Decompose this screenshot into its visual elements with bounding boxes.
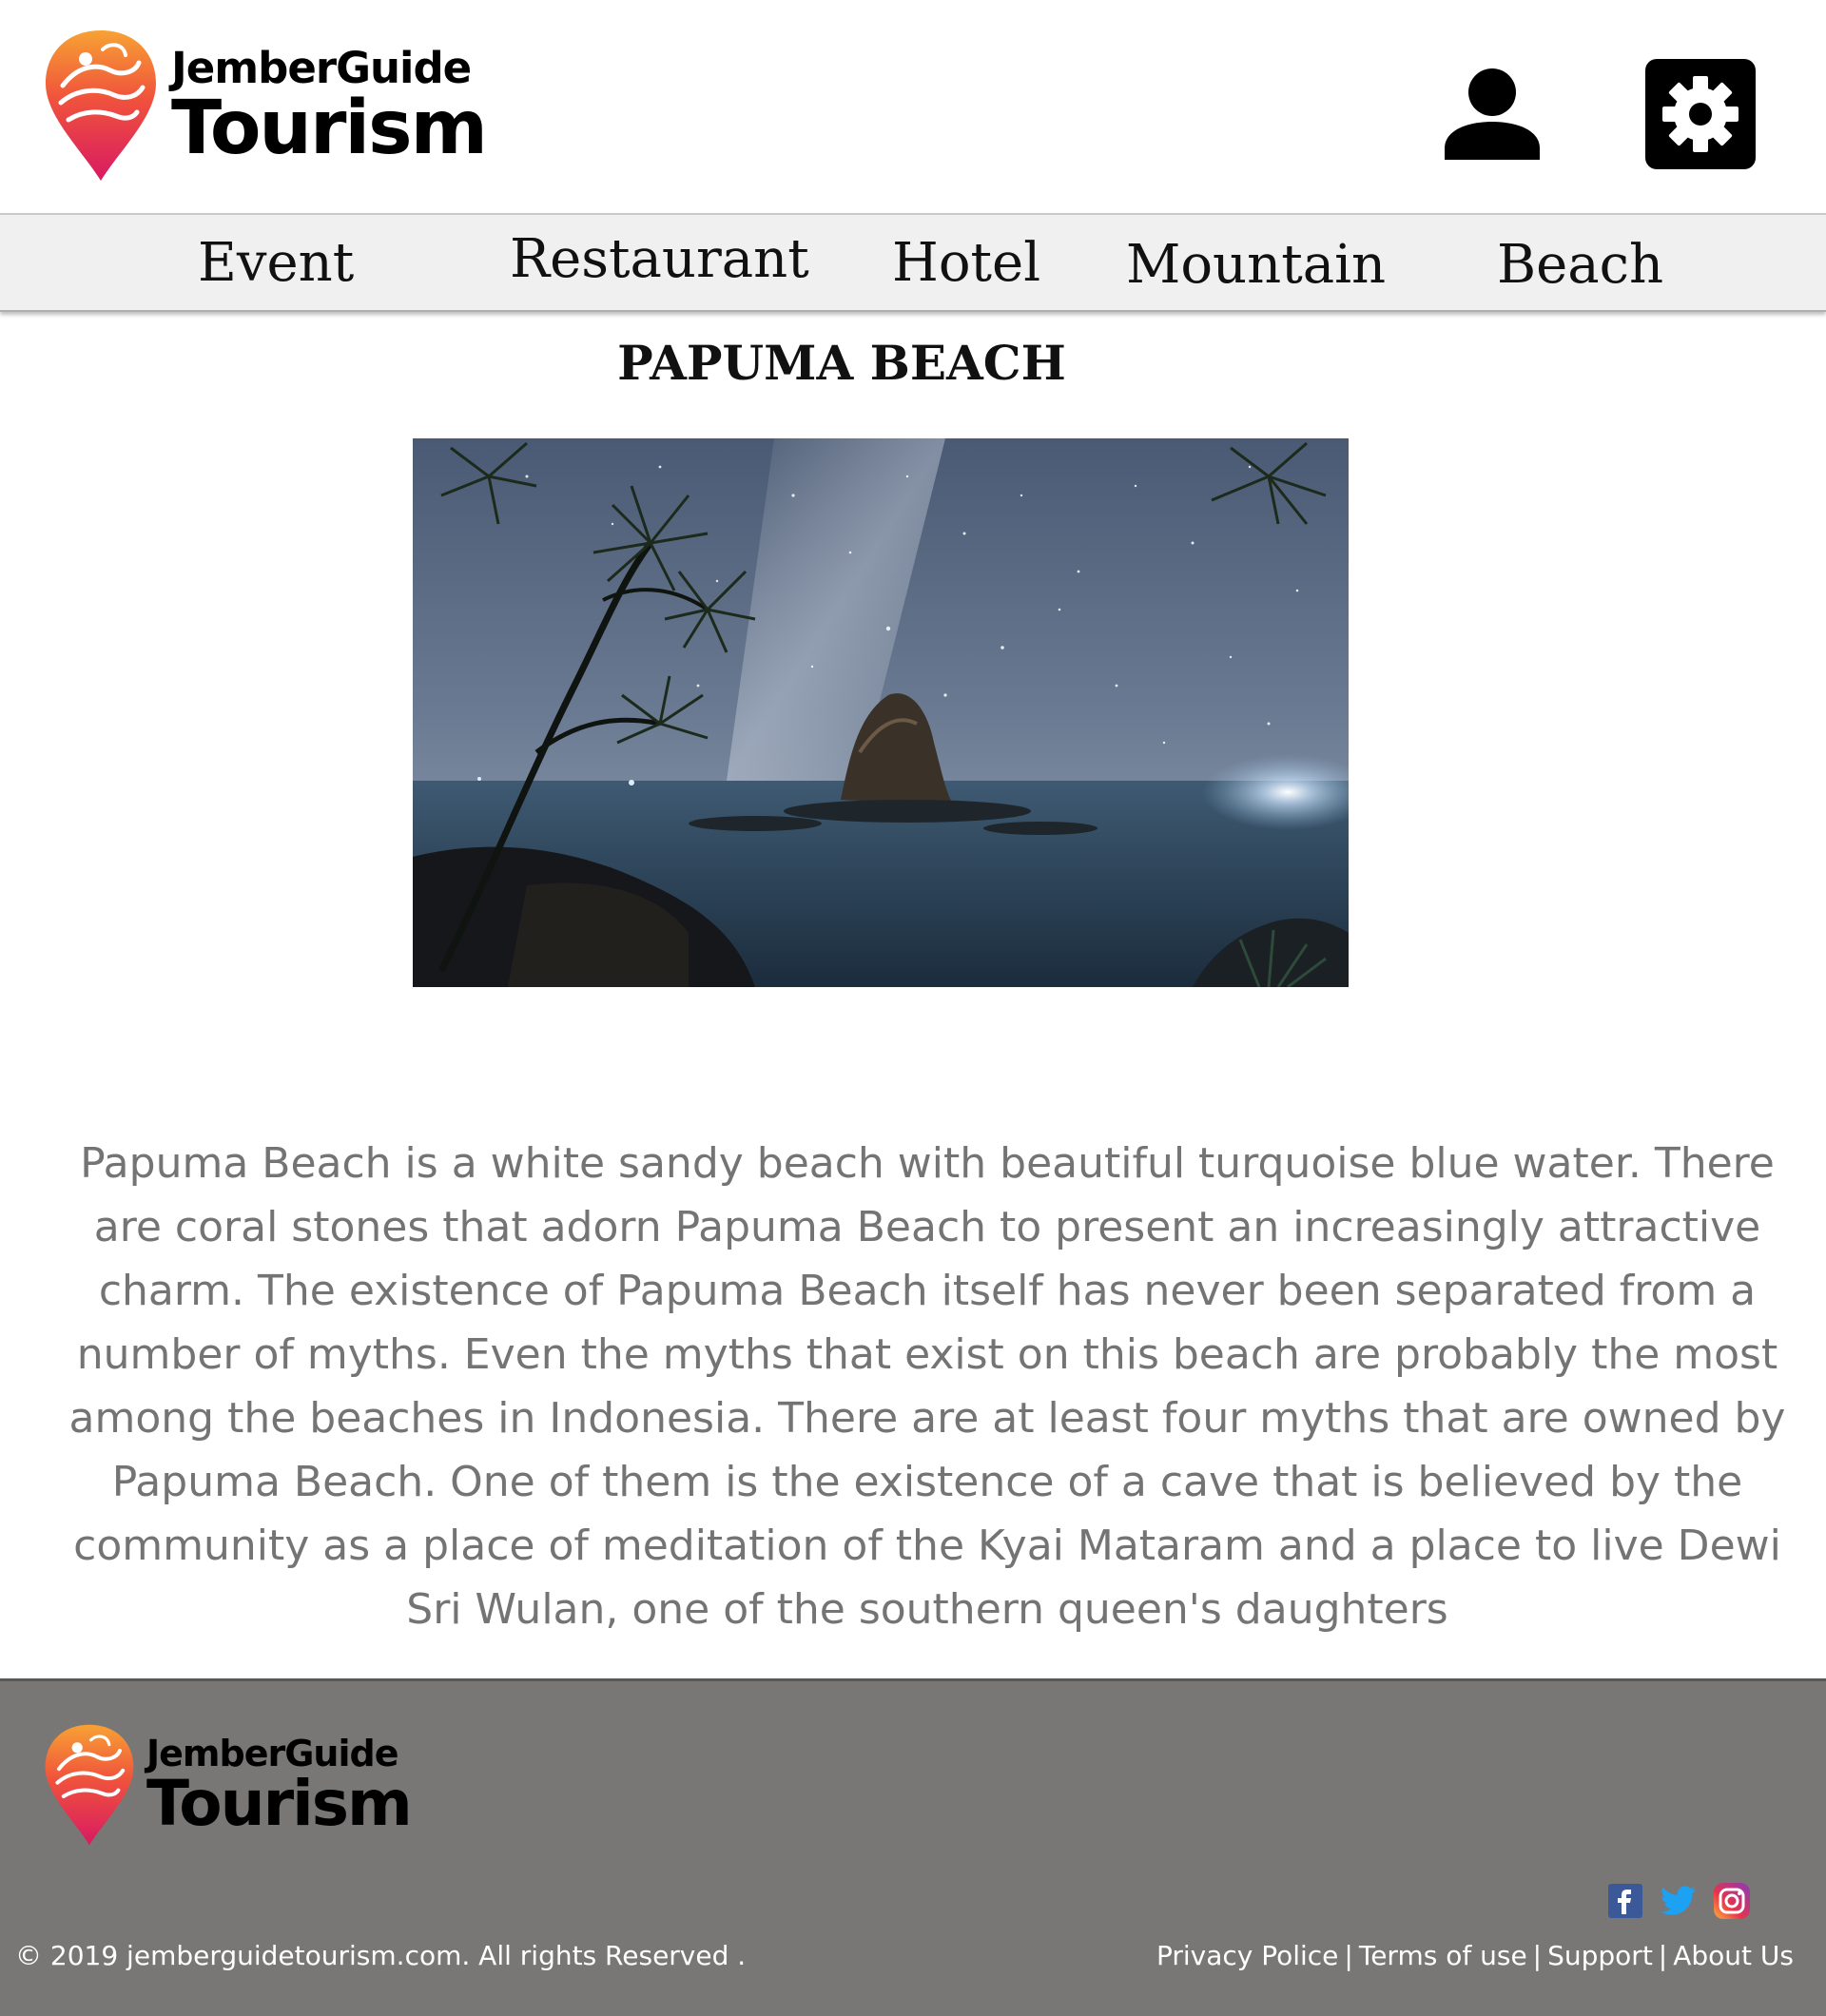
logo-text: JemberGuide Tourism: [171, 42, 488, 171]
user-icon: [1445, 68, 1540, 160]
beach-description: Papuma Beach is a white sandy beach with…: [68, 1139, 1786, 1634]
footer-logo[interactable]: JemberGuide Tourism: [44, 1723, 413, 1847]
settings-button[interactable]: [1645, 59, 1756, 169]
footer-logo-text: JemberGuide Tourism: [146, 1732, 413, 1840]
site-header: JemberGuide Tourism: [0, 0, 1826, 211]
facebook-icon[interactable]: [1605, 1881, 1645, 1921]
nav-item-mountain[interactable]: Mountain: [1126, 217, 1386, 312]
terms-of-use-link[interactable]: Terms of use: [1359, 1940, 1527, 1971]
social-links: [1605, 1881, 1752, 1921]
site-logo[interactable]: JemberGuide Tourism: [44, 29, 488, 183]
copyright-text: © 2019 jemberguidetourism.com. All right…: [15, 1940, 747, 1971]
brand-name-line2: Tourism: [146, 1766, 413, 1840]
privacy-policy-link[interactable]: Privacy Police: [1156, 1940, 1338, 1971]
support-link[interactable]: Support: [1547, 1940, 1653, 1971]
footer-links: Privacy Police | Terms of use | Support …: [1156, 1940, 1794, 1971]
page-title: PAPUMA BEACH: [617, 335, 1066, 391]
nav-item-event[interactable]: Event: [198, 215, 354, 310]
brand-name-line2: Tourism: [171, 85, 488, 171]
main-nav: Event Restaurant Hotel Mountain Beach: [0, 213, 1826, 312]
beach-photo: [413, 438, 1349, 987]
beach-photo-illustration: [413, 438, 1349, 987]
brand-name-line1: JemberGuide: [146, 1732, 398, 1774]
user-account-button[interactable]: [1436, 61, 1548, 167]
brand-name-line1: JemberGuide: [171, 42, 472, 93]
twitter-icon[interactable]: [1659, 1881, 1699, 1921]
link-separator: |: [1532, 1940, 1543, 1971]
instagram-icon[interactable]: [1712, 1881, 1752, 1921]
nav-item-hotel[interactable]: Hotel: [892, 215, 1040, 310]
logo-pin-icon: [45, 1724, 134, 1846]
logo-pin-icon: [46, 30, 156, 181]
about-us-link[interactable]: About Us: [1673, 1940, 1794, 1971]
link-separator: |: [1658, 1940, 1668, 1971]
nav-item-beach[interactable]: Beach: [1497, 217, 1663, 312]
gear-icon: [1662, 76, 1739, 152]
link-separator: |: [1344, 1940, 1353, 1971]
nav-item-restaurant[interactable]: Restaurant: [510, 211, 809, 306]
